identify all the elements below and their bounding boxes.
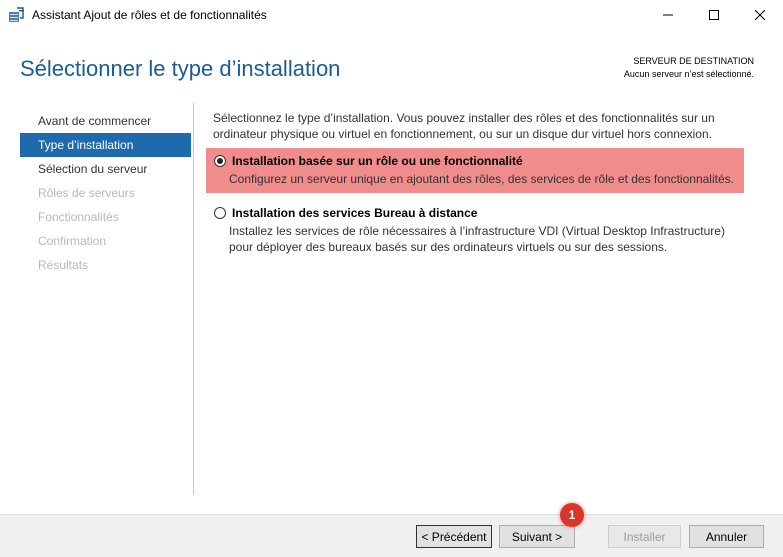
install-button: Installer (608, 525, 681, 548)
minimize-icon (663, 14, 673, 16)
option-description: Configurez un serveur unique en ajoutant… (229, 172, 734, 186)
title-bar: Assistant Ajout de rôles et de fonctionn… (0, 0, 783, 30)
nav-item-before-you-begin[interactable]: Avant de commencer (20, 109, 191, 133)
previous-button[interactable]: < Précédent (416, 525, 492, 548)
nav-item-results: Résultats (38, 258, 89, 272)
option-remote-desktop-installation[interactable]: Installation des services Bureau à dista… (206, 200, 744, 258)
nav-item-features: Fonctionnalités (38, 210, 119, 224)
radio-role-based[interactable] (214, 155, 226, 167)
nav-item-installation-type[interactable]: Type d’installation (20, 133, 191, 157)
window-title: Assistant Ajout de rôles et de fonctionn… (32, 8, 267, 22)
nav-divider (193, 103, 194, 495)
wizard-steps-nav: Avant de commencer Type d’installation S… (20, 109, 191, 277)
option-title: Installation des services Bureau à dista… (232, 206, 478, 220)
option-role-based-installation[interactable]: Installation basée sur un rôle ou une fo… (206, 148, 744, 193)
destination-server-label: SERVEUR DE DESTINATION (633, 56, 754, 66)
nav-item-server-roles: Rôles de serveurs (38, 186, 135, 200)
nav-item-server-selection[interactable]: Sélection du serveur (20, 157, 191, 181)
option-title: Installation basée sur un rôle ou une fo… (232, 154, 523, 168)
step-callout-badge: 1 (560, 503, 584, 527)
option-description: Installez les services de rôle nécessair… (229, 224, 725, 254)
destination-server-value: Aucun serveur n’est sélectionné. (623, 69, 754, 79)
radio-remote-desktop[interactable] (214, 207, 226, 219)
cancel-button[interactable]: Annuler (689, 525, 764, 548)
server-manager-icon (8, 6, 26, 23)
intro-text: Sélectionnez le type d’installation. Vou… (213, 111, 715, 141)
next-button[interactable]: Suivant > (499, 525, 575, 548)
nav-item-confirmation: Confirmation (38, 234, 107, 248)
maximize-button[interactable] (691, 0, 737, 30)
maximize-icon (709, 10, 719, 20)
page-title: Sélectionner le type d’installation (20, 56, 341, 81)
close-button[interactable] (737, 0, 783, 30)
minimize-button[interactable] (645, 0, 691, 30)
close-icon (755, 10, 765, 20)
